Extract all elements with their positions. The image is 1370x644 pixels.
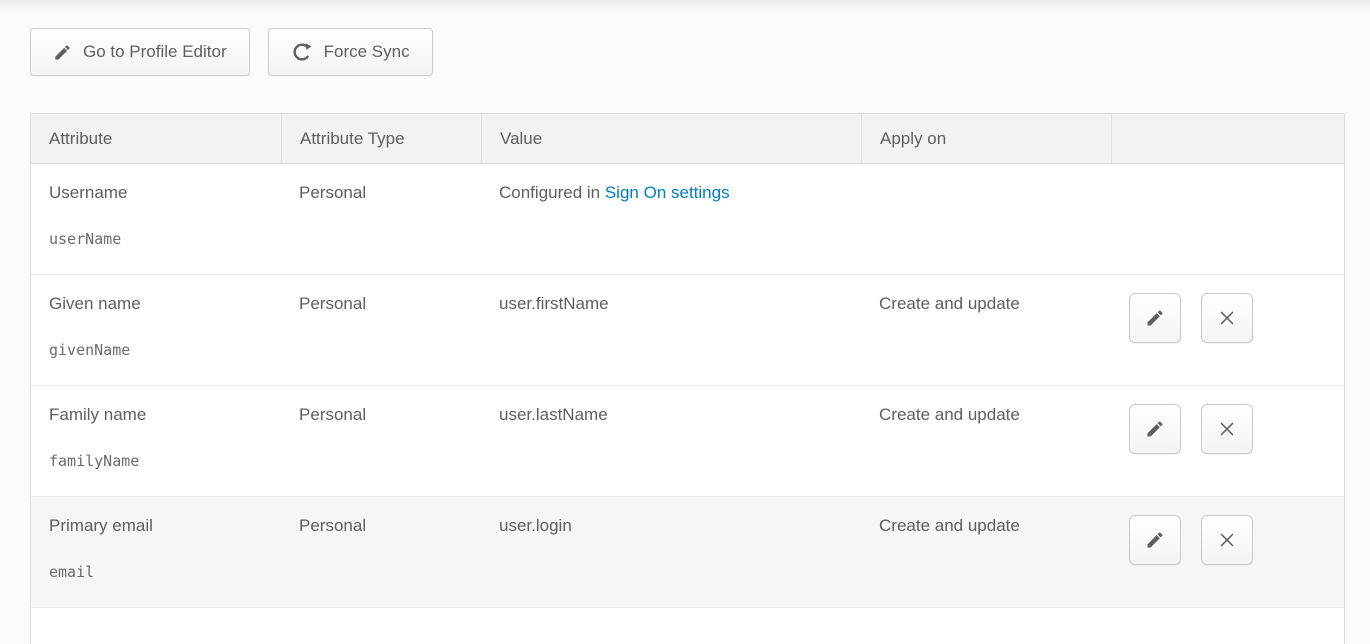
attribute-type: Personal — [281, 164, 481, 274]
attribute-value: user.lastName — [481, 386, 861, 496]
table-row: Given name givenName Personal user.first… — [31, 275, 1344, 386]
edit-attribute-button[interactable] — [1129, 404, 1181, 454]
go-to-profile-editor-label: Go to Profile Editor — [83, 42, 227, 62]
attribute-variable-name: givenName — [49, 341, 271, 359]
attribute-variable-name: userName — [49, 230, 271, 248]
column-header-actions — [1111, 114, 1344, 163]
refresh-icon — [291, 41, 313, 63]
column-header-apply-on: Apply on — [861, 114, 1111, 163]
value-text: Configured in — [499, 183, 605, 202]
edit-attribute-button[interactable] — [1129, 293, 1181, 343]
pencil-icon — [1145, 530, 1165, 550]
table-header: Attribute Attribute Type Value Apply on — [31, 114, 1344, 164]
attribute-type: Personal — [281, 275, 481, 385]
pencil-icon — [53, 43, 72, 62]
attribute-label: Given name — [49, 294, 271, 314]
apply-on-value: Create and update — [861, 275, 1111, 385]
close-icon — [1216, 529, 1238, 551]
go-to-profile-editor-button[interactable]: Go to Profile Editor — [30, 28, 250, 76]
apply-on-value: Create and update — [861, 497, 1111, 607]
attribute-variable-name: familyName — [49, 452, 271, 470]
attribute-value: Configured in Sign On settings — [481, 164, 861, 274]
table-row: Family name familyName Personal user.las… — [31, 386, 1344, 497]
attribute-value: user.login — [481, 497, 861, 607]
close-icon — [1216, 418, 1238, 440]
delete-attribute-button[interactable] — [1201, 515, 1253, 565]
table-row: Username userName Personal Configured in… — [31, 164, 1344, 275]
table-row: Primary email email Personal user.login … — [31, 497, 1344, 608]
column-header-value: Value — [481, 114, 861, 163]
edit-attribute-button[interactable] — [1129, 515, 1181, 565]
pencil-icon — [1145, 308, 1165, 328]
attribute-mappings-table: Attribute Attribute Type Value Apply on … — [30, 113, 1345, 644]
attribute-label: Primary email — [49, 516, 271, 536]
attribute-variable-name: email — [49, 563, 271, 581]
column-header-attribute-type: Attribute Type — [281, 114, 481, 163]
apply-on-value: Create and update — [861, 386, 1111, 496]
column-header-attribute: Attribute — [31, 114, 281, 163]
top-divider — [0, 0, 1370, 14]
attribute-label: Family name — [49, 405, 271, 425]
sign-on-settings-link[interactable]: Sign On settings — [605, 183, 730, 202]
empty-row-partial — [31, 608, 1344, 644]
force-sync-label: Force Sync — [324, 42, 410, 62]
delete-attribute-button[interactable] — [1201, 404, 1253, 454]
apply-on-value — [861, 164, 1111, 274]
pencil-icon — [1145, 419, 1165, 439]
attribute-value: user.firstName — [481, 275, 861, 385]
delete-attribute-button[interactable] — [1201, 293, 1253, 343]
attribute-label: Username — [49, 183, 271, 203]
toolbar: Go to Profile Editor Force Sync — [0, 14, 1370, 76]
close-icon — [1216, 307, 1238, 329]
attribute-type: Personal — [281, 497, 481, 607]
attribute-type: Personal — [281, 386, 481, 496]
force-sync-button[interactable]: Force Sync — [268, 28, 433, 76]
